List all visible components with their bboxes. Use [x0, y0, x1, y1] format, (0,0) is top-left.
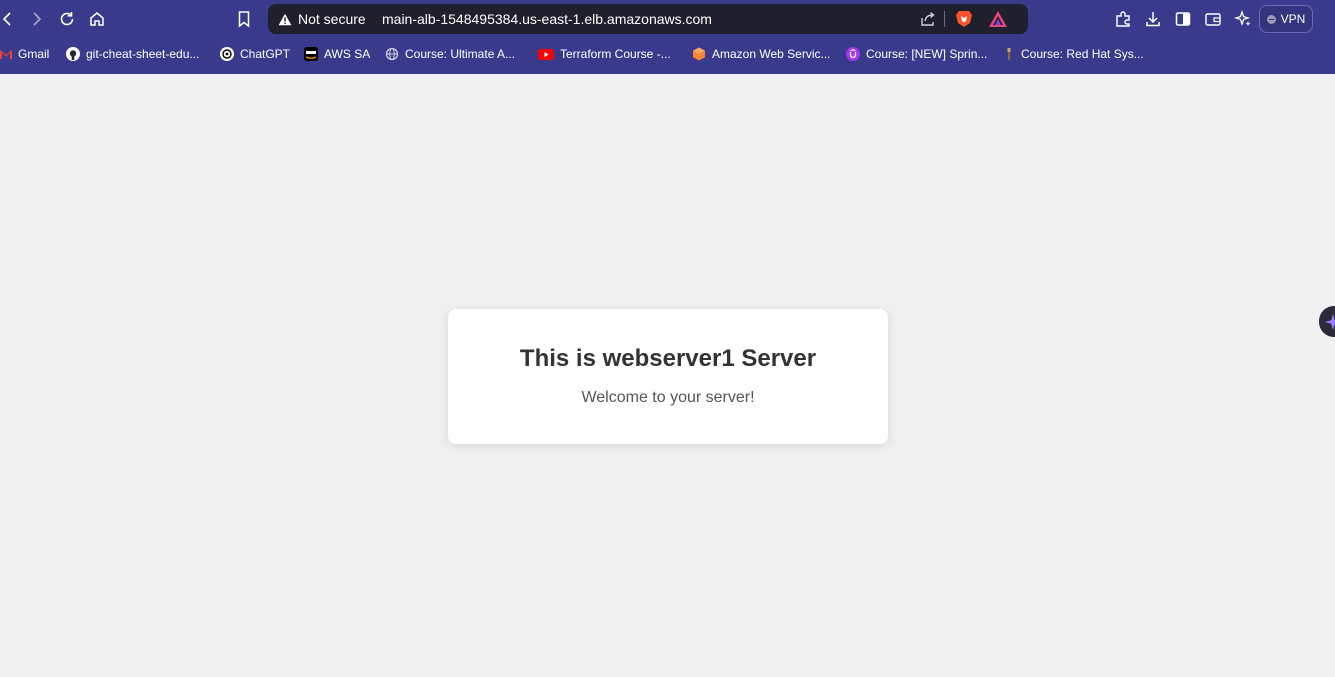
browser-toolbar: Not secure main-alb-1548495384.us-east-1…: [0, 0, 1335, 38]
bookmark-gmail[interactable]: Gmail: [0, 44, 49, 64]
youtube-icon: [538, 48, 554, 60]
bookmark-course-ultimate[interactable]: Course: Ultimate A...: [385, 44, 515, 64]
browser-chrome: Not secure main-alb-1548495384.us-east-1…: [0, 0, 1335, 74]
bookmark-label: Course: [NEW] Sprin...: [866, 47, 988, 61]
url-text[interactable]: main-alb-1548495384.us-east-1.elb.amazon…: [382, 4, 712, 34]
security-indicator[interactable]: Not secure: [278, 4, 366, 34]
bookmark-label: AWS SA: [324, 47, 371, 61]
bookmark-label: Course: Red Hat Sys...: [1021, 47, 1144, 61]
warning-icon: [278, 13, 292, 25]
vpn-label: VPN: [1280, 12, 1306, 26]
sparkle-icon: [1325, 314, 1335, 330]
page-heading: This is webserver1 Server: [519, 345, 817, 372]
server-card: This is webserver1 Server Welcome to you…: [448, 309, 888, 444]
share-icon[interactable]: [918, 9, 938, 29]
extensions-icon[interactable]: [1110, 6, 1136, 32]
security-label: Not secure: [298, 11, 366, 27]
aws-icon: [304, 47, 318, 61]
bookmark-aws-sa[interactable]: AWS SA: [304, 44, 370, 64]
bookmark-icon[interactable]: [231, 6, 257, 32]
bookmark-amazon-web-services[interactable]: Amazon Web Servic...: [692, 44, 831, 64]
bookmarks-bar: Gmail git-cheat-sheet-edu... ChatGPT AWS…: [0, 38, 1335, 70]
bookmark-terraform-course[interactable]: Terraform Course -...: [538, 44, 671, 64]
vpn-status-icon: [1266, 14, 1276, 24]
download-icon[interactable]: [1140, 6, 1166, 32]
bookmark-label: Gmail: [18, 47, 50, 61]
reload-icon[interactable]: [54, 6, 80, 32]
chatgpt-icon: [220, 47, 234, 61]
aws-box-icon: [692, 47, 706, 61]
globe-icon: [385, 47, 399, 61]
bookmark-label: ChatGPT: [240, 47, 291, 61]
bookmark-git-cheat-sheet[interactable]: git-cheat-sheet-edu...: [66, 44, 199, 64]
bookmark-label: Terraform Course -...: [560, 47, 671, 61]
udemy-icon: [846, 47, 860, 61]
gmail-icon: [0, 47, 12, 61]
brave-shields-icon[interactable]: [954, 9, 974, 29]
vpn-button[interactable]: VPN: [1259, 5, 1313, 33]
address-bar[interactable]: Not secure main-alb-1548495384.us-east-1…: [268, 4, 1028, 34]
bookmark-label: Amazon Web Servic...: [712, 47, 831, 61]
leo-sidebar-button[interactable]: [1319, 306, 1335, 337]
bookmark-course-spring[interactable]: Course: [NEW] Sprin...: [846, 44, 987, 64]
forward-icon[interactable]: [24, 6, 50, 32]
address-bar-divider: [944, 11, 945, 27]
back-icon[interactable]: [0, 6, 20, 32]
bookmark-label: git-cheat-sheet-edu...: [86, 47, 200, 61]
redhat-icon: [1003, 47, 1015, 61]
sidebar-icon[interactable]: [1170, 6, 1196, 32]
welcome-message: Welcome to your server!: [581, 389, 755, 406]
wallet-icon[interactable]: [1200, 6, 1226, 32]
brave-rewards-icon[interactable]: [988, 10, 1008, 28]
bookmark-label: Course: Ultimate A...: [405, 47, 516, 61]
github-icon: [66, 47, 80, 61]
home-icon[interactable]: [84, 6, 110, 32]
bookmark-chatgpt[interactable]: ChatGPT: [220, 44, 290, 64]
leo-ai-icon[interactable]: [1230, 6, 1256, 32]
bookmark-course-red-hat[interactable]: Course: Red Hat Sys...: [1003, 44, 1144, 64]
